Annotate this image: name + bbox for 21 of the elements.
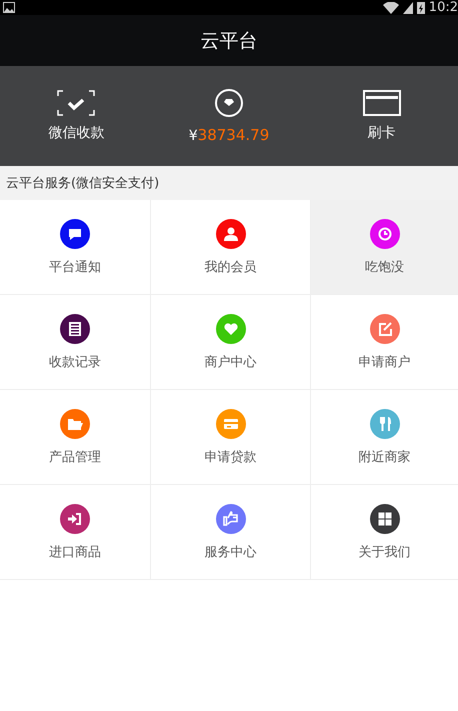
card-icon: [362, 90, 401, 116]
service-item[interactable]: 申请贷款: [151, 390, 311, 485]
balance-button[interactable]: ¥38734.79: [152, 66, 306, 166]
signal-icon: [402, 2, 413, 14]
action-button[interactable]: 刷卡: [305, 66, 458, 166]
service-item[interactable]: 商户中心: [151, 295, 311, 390]
service-item[interactable]: 吃饱没: [311, 200, 458, 295]
scan-check-icon: [57, 90, 96, 116]
service-item[interactable]: 进口商品: [0, 485, 151, 580]
service-item[interactable]: 服务中心: [151, 485, 311, 580]
action-button[interactable]: 微信收款: [0, 66, 153, 166]
service-item[interactable]: 产品管理: [0, 390, 151, 485]
window-title: 云平台: [200, 28, 258, 54]
diamond-coin-icon: [214, 88, 244, 118]
service-item[interactable]: 我的会员: [151, 200, 311, 295]
image-icon: [3, 2, 15, 13]
wifi-icon: [382, 2, 399, 14]
status-time: 10:2: [428, 0, 458, 15]
service-item[interactable]: 收款记录: [0, 295, 151, 390]
service-item[interactable]: 平台通知: [0, 200, 151, 295]
section-title: 云平台服务(微信安全支付): [6, 175, 160, 192]
